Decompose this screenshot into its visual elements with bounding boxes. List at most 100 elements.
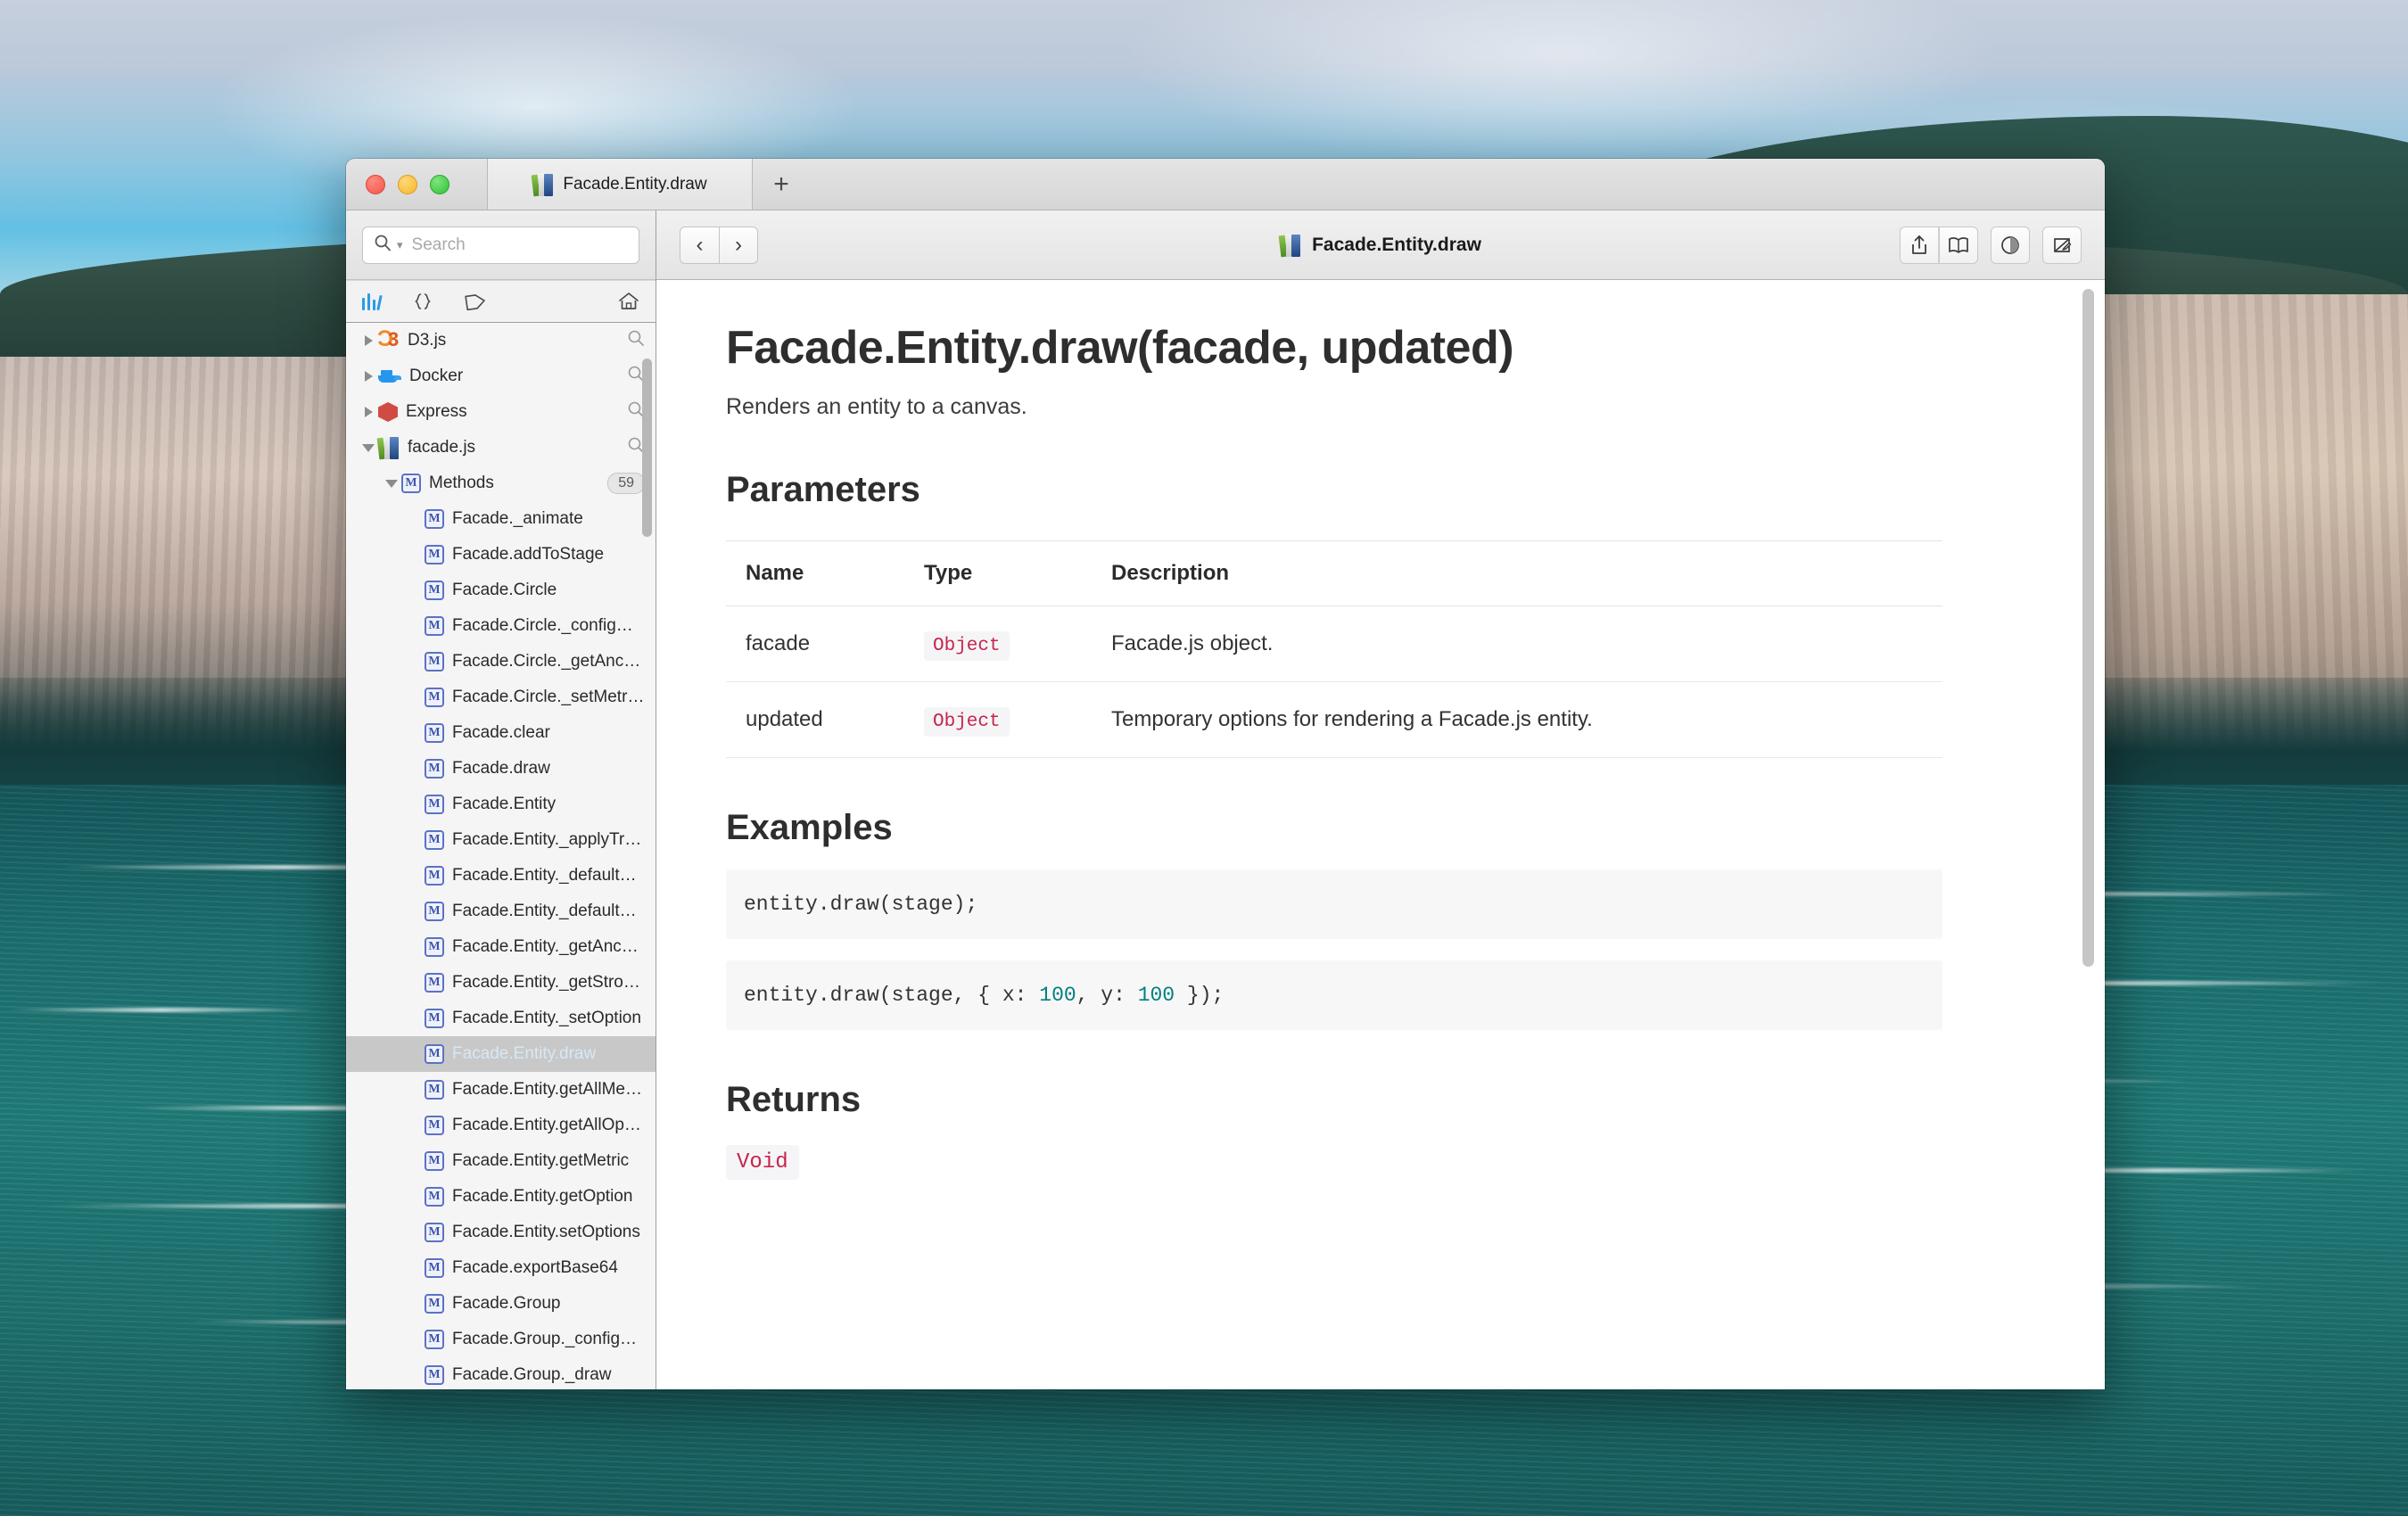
method-icon: M (425, 1009, 444, 1028)
tree-row-label: Facade.Entity.getOption (452, 1187, 633, 1206)
method-icon: M (425, 830, 444, 850)
document-scrollbar-thumb[interactable] (2082, 289, 2094, 967)
tree-row-label: facade.js (408, 438, 476, 457)
close-button[interactable] (366, 174, 385, 194)
tree-row[interactable]: M Facade.Entity (346, 787, 656, 822)
disclosure-triangle[interactable] (382, 479, 401, 488)
table-header-row: Name Type Description (726, 540, 1942, 606)
disclosure-triangle[interactable] (359, 407, 378, 417)
tree-row-label: Facade.Entity.getAllMetrics (452, 1080, 645, 1099)
column-header-type: Type (904, 540, 1092, 606)
method-icon: M (425, 509, 444, 529)
tree-row[interactable]: M Facade.Circle._getAnchor... (346, 644, 656, 680)
tree-row[interactable]: M Facade.Circle (346, 573, 656, 608)
main-pane: ‹ › Facade.Entity.draw Facade.Entity.dra… (656, 210, 2105, 1389)
tree-row-label: Facade.clear (452, 723, 550, 742)
tree-row[interactable]: M Methods 59 (346, 466, 656, 501)
tree-row-label: Facade.Entity.setOptions (452, 1223, 640, 1241)
method-icon: M (425, 616, 444, 636)
share-button[interactable] (1900, 226, 1939, 264)
tree-row[interactable]: M Facade.Entity._defaultOp... (346, 894, 656, 929)
appearance-button[interactable] (1991, 226, 2030, 264)
zoom-button[interactable] (430, 174, 449, 194)
method-icon: M (425, 1258, 444, 1278)
search-bar: ▾ Search (346, 210, 656, 280)
forward-button[interactable]: › (719, 226, 758, 264)
disclosure-triangle[interactable] (359, 371, 378, 382)
tab-facade-entity-draw[interactable]: Facade.Entity.draw (487, 159, 753, 210)
search-field[interactable]: ▾ Search (362, 226, 639, 264)
dash-window: Facade.Entity.draw + ▾ Search Ɔ 3 D3.js … (346, 159, 2105, 1389)
tree-row[interactable]: M Facade.Entity._getAnchor... (346, 929, 656, 965)
tree-row[interactable]: M Facade.Group (346, 1286, 656, 1322)
annotate-button[interactable] (2042, 226, 2082, 264)
method-icon: M (425, 1294, 444, 1314)
window-controls (346, 159, 487, 210)
parameters-heading: Parameters (726, 470, 920, 509)
tree-row[interactable]: M Facade.Entity._applyTran... (346, 822, 656, 858)
minimize-button[interactable] (398, 174, 417, 194)
tree-row[interactable]: M Facade.Group._draw (346, 1357, 656, 1389)
tree-row[interactable]: M Facade.Group._configOpt... (346, 1322, 656, 1357)
tab-label: Facade.Entity.draw (563, 174, 707, 194)
tree-row-label: Docker (409, 367, 464, 385)
search-icon (374, 234, 392, 256)
tree-row[interactable]: M Facade.Entity._defaultMe... (346, 858, 656, 894)
tree-row[interactable]: M Facade.Entity.getAllOptio... (346, 1108, 656, 1143)
new-tab-button[interactable]: + (753, 159, 810, 210)
tree-row[interactable]: Docker (346, 358, 656, 394)
tree-row[interactable]: M Facade.Entity._setOption (346, 1001, 656, 1036)
window-tab-bar: Facade.Entity.draw + (346, 159, 2105, 210)
tree-row[interactable]: M Facade.clear (346, 715, 656, 751)
disclosure-triangle[interactable] (359, 335, 378, 346)
tree-row-label: Facade.Group._configOpt... (452, 1330, 645, 1348)
param-type: Object (904, 606, 1092, 682)
tree-row[interactable]: facade.js (346, 430, 656, 466)
sidebar-scrollbar-thumb[interactable] (642, 358, 652, 537)
method-icon: M (425, 1151, 444, 1171)
tree-row[interactable]: M Facade.Circle._setMetrics (346, 680, 656, 715)
tree-row[interactable]: M Facade.Entity._getStroke... (346, 965, 656, 1001)
tree-row-label: Facade.exportBase64 (452, 1258, 618, 1277)
tree-row[interactable]: M Facade.Entity.getAllMetrics (346, 1072, 656, 1108)
tree-row[interactable]: M Facade.Entity.getMetric (346, 1143, 656, 1179)
method-icon: M (425, 581, 444, 600)
docset-books-icon (376, 436, 400, 460)
document-view[interactable]: Facade.Entity.draw(facade, updated) Rend… (656, 280, 2105, 1389)
navigation-group: ‹ › (680, 226, 758, 264)
chevron-right-icon (364, 407, 373, 417)
back-button[interactable]: ‹ (680, 226, 719, 264)
param-description: Temporary options for rendering a Facade… (1092, 681, 1942, 758)
tags-icon[interactable] (465, 292, 486, 311)
snippets-icon[interactable] (413, 292, 433, 311)
tree-row-label: Facade.Entity (452, 795, 557, 813)
tree-row-label: Facade.Entity._defaultOp... (452, 902, 645, 920)
tree-row[interactable]: M Facade.Entity.getOption (346, 1179, 656, 1215)
tree-row-selected[interactable]: M Facade.Entity.draw (346, 1036, 656, 1072)
tree-row-label: Facade.Entity._applyTran... (452, 830, 645, 849)
table-row: updated Object Temporary options for rende… (726, 681, 1942, 758)
column-header-name: Name (726, 540, 904, 606)
tree-row[interactable]: M Facade.Entity.setOptions (346, 1215, 656, 1250)
tree-row[interactable]: Express (346, 394, 656, 430)
tree-row[interactable]: D3.js (346, 323, 656, 358)
tree-row[interactable]: M Facade.Circle._configOpti... (346, 608, 656, 644)
docset-tree[interactable]: D3.js Docker Express facade.js M Methods 59 M Fa… (346, 323, 656, 1389)
tree-row[interactable]: M Facade._animate (346, 501, 656, 537)
bookmarks-button[interactable] (1939, 226, 1978, 264)
tree-row[interactable]: M Facade.exportBase64 (346, 1250, 656, 1286)
tab-bar-empty-space (810, 159, 2105, 210)
tree-row-label: Facade.Circle._getAnchor... (452, 652, 645, 671)
home-icon[interactable] (618, 292, 639, 311)
tree-row[interactable]: M Facade.draw (346, 751, 656, 787)
disclosure-triangle[interactable] (359, 443, 378, 452)
sidebar: ▾ Search Ɔ 3 D3.js Docker Express facade… (346, 210, 656, 1389)
tree-row[interactable]: M Facade.addToStage (346, 537, 656, 573)
docsets-icon[interactable] (362, 292, 383, 311)
tree-row-label: Facade.draw (452, 759, 550, 778)
tree-row-label: Facade._animate (452, 509, 583, 528)
chevron-down-icon[interactable]: ▾ (397, 238, 403, 252)
param-description: Facade.js object. (1092, 606, 1942, 682)
chevron-right-icon (364, 335, 373, 346)
docset-search-icon[interactable] (627, 329, 645, 352)
